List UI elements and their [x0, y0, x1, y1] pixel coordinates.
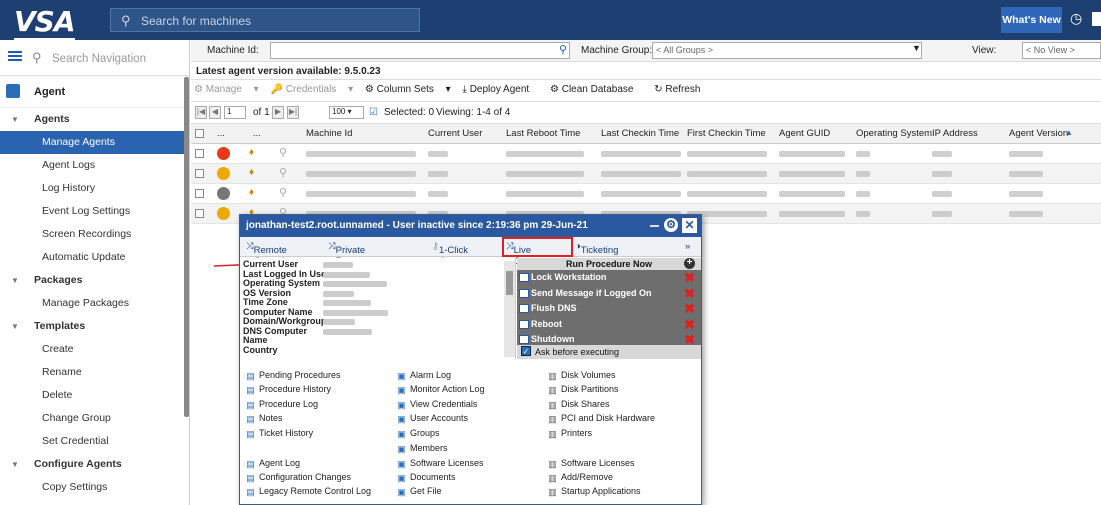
- blurred-value: [323, 271, 370, 278]
- popup-link[interactable]: ▥ Add/Remove: [547, 472, 613, 483]
- popup-link[interactable]: ▤ Legacy Remote Control Log: [245, 486, 371, 497]
- remove-icon[interactable]: ✖: [684, 302, 695, 315]
- popup-link[interactable]: ▤ Procedure History: [245, 384, 331, 395]
- link-icon: ▥: [548, 429, 557, 439]
- link-icon: ▤: [246, 385, 255, 395]
- procedure-item[interactable]: Reboot ✖: [517, 317, 701, 333]
- popup-link[interactable]: ▣ Get File: [396, 486, 441, 497]
- one-click-access-button[interactable]: ⚷ 1-Click Access: [432, 241, 470, 267]
- remove-icon[interactable]: ✖: [684, 287, 695, 300]
- info-row: Country: [243, 344, 278, 355]
- popup-link[interactable]: ▣ Alarm Log: [396, 370, 451, 381]
- blurred-value: [323, 290, 354, 297]
- link-icon: ▤: [246, 487, 255, 497]
- blurred-value: [323, 281, 387, 287]
- link-icon: ▤: [246, 459, 255, 469]
- machine-summary-popup: jonathan-test2.root.unnamed - User inact…: [239, 214, 702, 505]
- popup-link[interactable]: ▣ Software Licenses: [396, 458, 483, 469]
- popup-link[interactable]: ▥ Printers: [547, 428, 592, 439]
- ticketing-button[interactable]: ◑ Ticketing: [575, 241, 618, 256]
- minimize-icon[interactable]: [650, 225, 659, 227]
- blurred-value: [323, 262, 353, 268]
- link-icon: ▣: [397, 400, 406, 410]
- link-icon: ▤: [246, 371, 255, 381]
- link-icon: ▣: [397, 414, 406, 424]
- link-icon: ▤: [246, 414, 255, 424]
- link-icon: ▣: [397, 444, 406, 454]
- link-icon: ▣: [397, 487, 406, 497]
- procedure-item[interactable]: Send Message if Logged On ✖: [517, 286, 701, 302]
- live-connect-highlight: [502, 237, 573, 257]
- link-icon: ▤: [246, 429, 255, 439]
- link-icon: ▥: [548, 400, 557, 410]
- popup-link[interactable]: ▤ Notes: [245, 413, 282, 424]
- info-row: DNS Computer: [243, 326, 512, 337]
- ask-before-executing[interactable]: ✓ Ask before executing: [517, 345, 701, 359]
- procedure-icon: [519, 288, 529, 298]
- blurred-value: [323, 300, 371, 306]
- info-row: Name: [243, 335, 268, 345]
- link-icon: ▥: [548, 385, 557, 395]
- remove-icon[interactable]: ✖: [684, 318, 695, 331]
- private-remote-control-button[interactable]: ⤨ Private Remote Control: [328, 241, 369, 278]
- procedure-icon: [519, 304, 529, 313]
- popup-title: jonathan-test2.root.unnamed - User inact…: [240, 215, 701, 237]
- gear-icon[interactable]: ⚙: [664, 218, 678, 232]
- link-icon: ▤: [246, 400, 255, 410]
- popup-link[interactable]: ▥ Disk Partitions: [547, 384, 618, 395]
- link-icon: ▥: [548, 414, 557, 424]
- machine-info-panel: Current User Last Logged In User Operating…: [240, 258, 516, 359]
- link-icon: ▥: [548, 459, 557, 469]
- popup-link[interactable]: ▥ Software Licenses: [547, 458, 634, 469]
- popup-toolbar: ⤨ Remote Control ⤨ Private Remote Contro…: [240, 237, 701, 278]
- link-icon: ▣: [397, 429, 406, 439]
- link-icon: ▣: [397, 385, 406, 395]
- popup-link[interactable]: ▤ Procedure Log: [245, 399, 318, 410]
- link-icon: ▣: [397, 459, 406, 469]
- popup-link[interactable]: ▥ Startup Applications: [547, 486, 640, 497]
- popup-link[interactable]: ▣ Members: [396, 443, 447, 454]
- link-icon: ▣: [397, 473, 406, 483]
- procedure-icon: [519, 319, 529, 329]
- run-procedure-panel: Run Procedure Now + Lock Workstation ✖ Send…: [517, 258, 701, 359]
- popup-link[interactable]: ▣ View Credentials: [396, 399, 477, 410]
- close-icon[interactable]: ✕: [682, 218, 697, 233]
- popup-link[interactable]: ▣ Documents: [396, 472, 455, 483]
- blurred-value: [323, 319, 355, 325]
- link-icon: ▥: [548, 473, 557, 483]
- popup-link[interactable]: ▥ PCI and Disk Hardware: [547, 413, 655, 424]
- procedure-item[interactable]: Flush DNS ✖: [517, 301, 701, 317]
- popup-link[interactable]: ▤ Pending Procedures: [245, 370, 340, 381]
- popup-link[interactable]: ▥ Disk Volumes: [547, 370, 615, 381]
- blurred-value: [323, 328, 372, 335]
- more-tools-button[interactable]: »: [685, 241, 690, 252]
- run-procedure-title: Run Procedure Now +: [517, 258, 701, 270]
- remove-icon[interactable]: ✖: [684, 271, 695, 284]
- procedure-item[interactable]: Lock Workstation ✖: [517, 270, 701, 286]
- popup-link[interactable]: ▥ Disk Shares: [547, 399, 609, 410]
- checkbox-checked-icon[interactable]: ✓: [521, 346, 531, 356]
- link-icon: ▣: [397, 371, 406, 381]
- link-icon: ▥: [548, 371, 557, 381]
- popup-link[interactable]: ▣ Groups: [396, 428, 439, 439]
- add-icon[interactable]: +: [684, 258, 695, 269]
- popup-link[interactable]: ▤ Configuration Changes: [245, 472, 351, 483]
- link-icon: ▥: [548, 487, 557, 497]
- link-icon: ▤: [246, 473, 255, 483]
- popup-link[interactable]: ▤ Agent Log: [245, 458, 300, 469]
- procedure-icon: [519, 273, 529, 282]
- blurred-value: [323, 309, 388, 316]
- remote-control-button[interactable]: ⤨ Remote Control: [246, 241, 287, 267]
- popup-link[interactable]: ▣ User Accounts: [396, 413, 468, 424]
- popup-link[interactable]: ▤ Ticket History: [245, 428, 313, 439]
- popup-link[interactable]: ▣ Monitor Action Log: [396, 384, 484, 395]
- procedure-icon: [519, 335, 529, 344]
